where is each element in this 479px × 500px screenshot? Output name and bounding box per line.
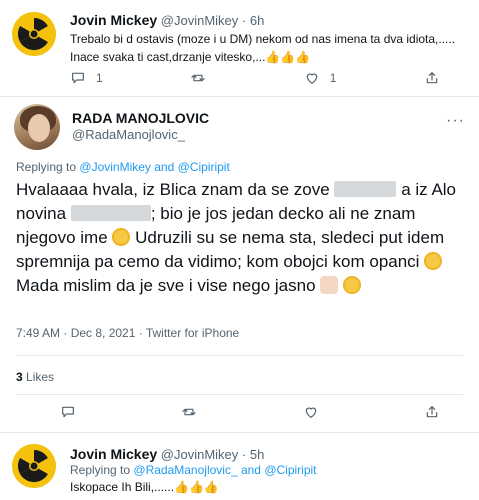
replying-to: Replying to @JovinMikey and @Cipiripit (16, 160, 230, 174)
avatar-rada-manojlovic[interactable] (14, 104, 60, 150)
likes-label: Likes (26, 370, 55, 384)
tweet-text: Trebalo bi d ostavis (moze i u DM) nekom… (70, 30, 470, 66)
share-icon (426, 72, 438, 84)
tweet-text-line: Inace svaka ti cast,drzanje vitesko,... (70, 50, 266, 64)
author-handle[interactable]: @JovinMikey (161, 13, 239, 28)
tweet-text: Iskopace Ih Bili,......👍👍👍 (70, 480, 219, 494)
reply-icon (62, 406, 74, 418)
share-icon (426, 406, 438, 418)
share-button[interactable] (424, 404, 440, 420)
tweet-text-part: Mada mislim da je sve i vise nego jasno (16, 276, 316, 295)
author-name[interactable]: Jovin Mickey (70, 446, 157, 462)
retweet-button[interactable] (181, 404, 197, 420)
tweet-text-part: Hvalaaaa hvala, iz Blica znam da se zove (16, 180, 330, 199)
like-button[interactable] (303, 404, 319, 420)
divider (0, 432, 479, 433)
author-name[interactable]: RADA MANOJLOVIC (72, 110, 209, 126)
tweet-time[interactable]: · 5h (242, 447, 264, 462)
heart-icon (305, 407, 316, 418)
author-handle[interactable]: @RadaManojlovic_ (72, 127, 185, 142)
thumbs-up-emoji: 👍👍👍 (265, 50, 311, 64)
tweet-text-line: Iskopace Ih Bili,...... (70, 480, 175, 494)
blurred-name (70, 205, 151, 221)
radiation-icon (12, 12, 56, 56)
tweet-text-line: Trebalo bi d ostavis (moze i u DM) nekom… (70, 32, 456, 46)
divider (0, 96, 479, 97)
tweet-time[interactable]: · 6h (242, 13, 264, 28)
reply-icon (72, 72, 84, 84)
likes-number: 3 (16, 370, 23, 384)
avatar-jovin-mickey[interactable] (12, 444, 56, 488)
heart-icon (306, 73, 318, 84)
replying-users-link[interactable]: @RadaManojlovic_ and @Cipiripit (133, 463, 316, 477)
replying-prefix: Replying to (16, 160, 77, 174)
grin-emoji (424, 252, 443, 270)
more-options-button[interactable]: ··· (446, 112, 465, 130)
reply-button[interactable]: 1 (70, 70, 103, 86)
thumbs-up-emoji: 👍👍👍 (174, 480, 219, 494)
author-handle[interactable]: @JovinMikey (161, 447, 239, 462)
replying-prefix: Replying to (70, 463, 131, 477)
reply-count: 1 (96, 71, 103, 85)
tweet-header: Jovin Mickey @JovinMikey · 6h (70, 12, 264, 28)
radiation-icon (12, 444, 56, 488)
like-count: 1 (329, 71, 337, 85)
author-name[interactable]: Jovin Mickey (70, 12, 157, 28)
main-tweet-actions (60, 404, 440, 420)
avatar-jovin-mickey[interactable] (12, 12, 56, 56)
hug-emoji (343, 276, 361, 294)
retweet-icon (191, 74, 205, 82)
replying-users-link[interactable]: @JovinMikey and @Cipiripit (79, 160, 229, 174)
reply-button[interactable] (60, 404, 76, 420)
blurred-name (334, 181, 397, 197)
like-button[interactable]: 1 (304, 70, 337, 86)
share-button[interactable] (424, 70, 440, 86)
retweet-icon (182, 408, 196, 416)
tweet-actions: 1 1 (70, 70, 440, 86)
likes-count[interactable]: 3 Likes (16, 370, 54, 384)
tweet-text: Hvalaaaa hvala, iz Blica znam da se zove… (16, 178, 456, 298)
retweet-button[interactable] (190, 70, 216, 86)
divider (16, 394, 463, 395)
tweet-header: Jovin Mickey @JovinMikey · 5h (70, 446, 264, 462)
sweat-smile-emoji (112, 228, 131, 246)
divider (16, 355, 463, 356)
pray-emoji (320, 276, 339, 294)
tweet-timestamp[interactable]: 7:49 AM · Dec 8, 2021 · Twitter for iPho… (16, 326, 239, 340)
replying-to: Replying to @RadaManojlovic_ and @Cipiri… (70, 463, 317, 477)
